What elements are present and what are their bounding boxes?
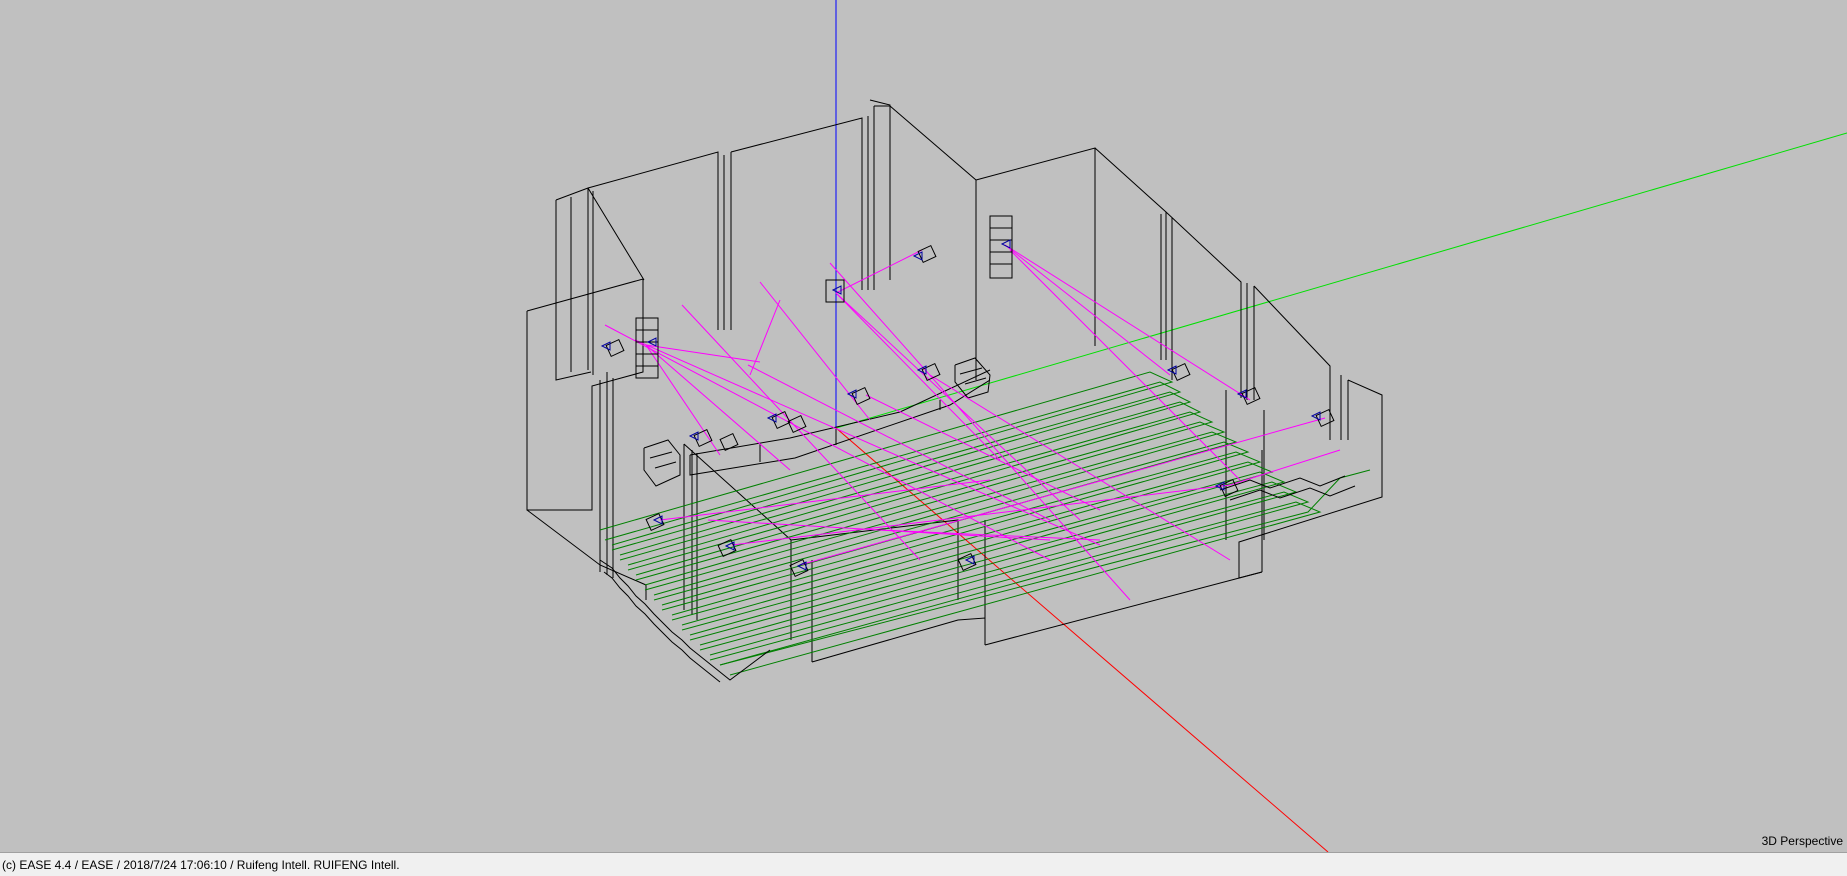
view-mode-label: 3D Perspective xyxy=(1761,834,1843,848)
status-bar-text: (c) EASE 4.4 / EASE / 2018/7/24 17:06:10… xyxy=(2,858,400,872)
3d-viewport[interactable]: 3D Perspective xyxy=(0,0,1847,852)
loudspeakers xyxy=(600,215,1335,578)
speaker-cluster-left xyxy=(635,317,659,379)
room-walls xyxy=(526,99,1383,663)
status-bar: (c) EASE 4.4 / EASE / 2018/7/24 17:06:10… xyxy=(0,852,1847,876)
speaker-cluster-right xyxy=(989,215,1013,279)
speaker-aiming-lines xyxy=(604,244,1341,601)
room-wireframe-model[interactable] xyxy=(0,0,1847,852)
